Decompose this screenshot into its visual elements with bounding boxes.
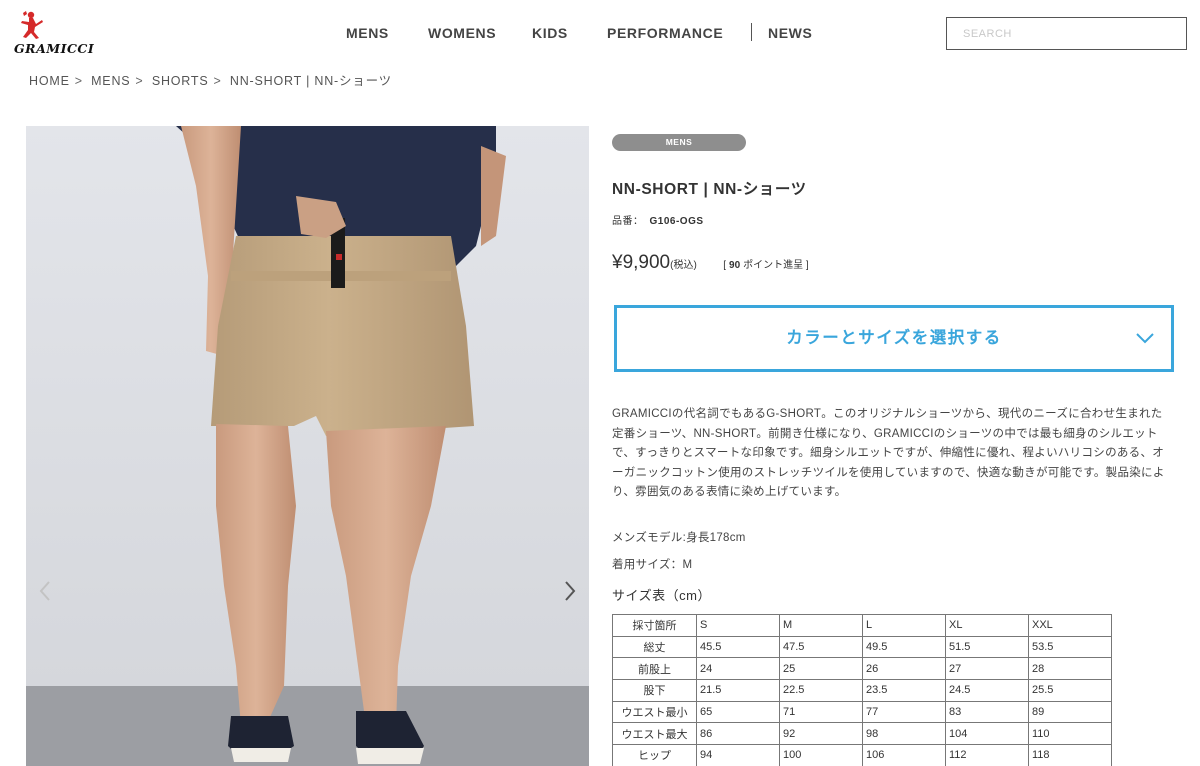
product-description: GRAMICCIの代名詞でもあるG-SHORT。このオリジナルショーツから、現代…: [612, 408, 1165, 498]
breadcrumb-current: NN-SHORT | NN-ショーツ: [229, 74, 392, 88]
category-badge: MENS: [612, 134, 746, 151]
size-table-cell: 92: [779, 722, 863, 746]
size-table-cell: 86: [696, 722, 780, 746]
breadcrumb-mens[interactable]: MENS: [91, 74, 130, 88]
size-table-cell: 27: [945, 657, 1029, 681]
breadcrumb-home[interactable]: HOME: [29, 74, 70, 88]
breadcrumb-separator: >: [74, 74, 83, 88]
size-table-header-cell: 採寸箇所: [612, 614, 697, 637]
nav-mens[interactable]: MENS: [346, 25, 389, 41]
points-info: [90 ポイント進呈 ]: [723, 260, 808, 271]
chevron-down-icon: [1136, 333, 1154, 344]
nav-womens[interactable]: WOMENS: [428, 25, 496, 41]
price-row: ¥9,900(税込) [90 ポイント進呈 ]: [612, 252, 809, 274]
size-table-row: ウエスト最小 65 71 77 83 89: [612, 700, 1112, 724]
size-table-cell: 25.5: [1028, 679, 1112, 702]
nav-kids[interactable]: KIDS: [532, 25, 568, 41]
tax-label: (税込): [670, 260, 697, 271]
size-table-cell: 21.5: [696, 679, 780, 702]
size-table-cell: 23.5: [862, 679, 946, 702]
model-info: メンズモデル:身長178cm: [612, 532, 746, 544]
select-color-size-button[interactable]: カラーとサイズを選択する: [614, 305, 1174, 372]
breadcrumb: HOME > MENS > SHORTS > NN-SHORT | NN-ショーツ: [29, 70, 396, 89]
size-table-cell: 65: [696, 700, 780, 724]
product-price: ¥9,900: [612, 252, 671, 273]
size-table-cell: 94: [696, 744, 780, 766]
breadcrumb-shorts[interactable]: SHORTS: [152, 74, 209, 88]
size-table-cell: 47.5: [779, 635, 863, 659]
size-table-header-cell: L: [862, 614, 946, 637]
size-table-cell: 45.5: [696, 635, 780, 659]
size-table-cell: 25: [779, 657, 863, 681]
size-table: 採寸箇所 S M L XL XXL 総丈 45.5 47.5 49.5 51.5…: [612, 614, 1112, 766]
carousel-prev-button[interactable]: [35, 576, 55, 606]
size-table-cell: 49.5: [862, 635, 946, 659]
carousel-next-button[interactable]: [560, 576, 580, 606]
product-image-carousel[interactable]: [26, 126, 589, 766]
search-input[interactable]: [946, 17, 1187, 50]
breadcrumb-separator: >: [135, 74, 144, 88]
size-table-row: 総丈 45.5 47.5 49.5 51.5 53.5: [612, 635, 1112, 659]
nav-performance[interactable]: PERFORMANCE: [607, 25, 723, 41]
size-table-cell: ウエスト最小: [612, 700, 697, 724]
breadcrumb-separator: >: [213, 74, 222, 88]
chevron-right-icon: [565, 581, 576, 601]
size-table-cell: ヒップ: [612, 744, 697, 766]
size-table-cell: 28: [1028, 657, 1112, 681]
size-table-cell: 22.5: [779, 679, 863, 702]
chevron-left-icon: [39, 581, 50, 601]
points-value: 90: [729, 260, 741, 271]
size-table-cell: 104: [945, 722, 1029, 746]
product-title: NN-SHORT | NN-ショーツ: [612, 181, 807, 198]
size-table-cell: 118: [1028, 744, 1112, 766]
size-table-cell: ウエスト最大: [612, 722, 697, 746]
size-table-cell: 106: [862, 744, 946, 766]
size-table-title: サイズ表（cm）: [612, 588, 711, 603]
size-table-cell: 112: [945, 744, 1029, 766]
size-table-cell: 24.5: [945, 679, 1029, 702]
points-prefix: [: [723, 260, 727, 271]
size-table-cell: 総丈: [612, 635, 697, 659]
size-table-cell: 51.5: [945, 635, 1029, 659]
size-table-row: 前股上 24 25 26 27 28: [612, 657, 1112, 681]
nav-news[interactable]: NEWS: [768, 25, 812, 41]
select-color-size-label: カラーとサイズを選択する: [786, 329, 1002, 347]
size-table-cell: 77: [862, 700, 946, 724]
size-table-cell: 98: [862, 722, 946, 746]
size-table-row: ヒップ 94 100 106 112 118: [612, 744, 1112, 766]
size-table-header: 採寸箇所 S M L XL XXL: [612, 614, 1112, 637]
product-photo: [26, 126, 589, 766]
size-table-cell: 110: [1028, 722, 1112, 746]
size-table-cell: 前股上: [612, 657, 697, 681]
size-table-header-cell: M: [779, 614, 863, 637]
size-table-header-cell: XXL: [1028, 614, 1112, 637]
size-table-header-cell: S: [696, 614, 780, 637]
points-suffix: ポイント進呈 ]: [743, 260, 809, 271]
size-table-cell: 股下: [612, 679, 697, 702]
size-table-row: ウエスト最大 86 92 98 104 110: [612, 722, 1112, 746]
sku-label: 品番：: [612, 216, 644, 227]
nav-divider: [751, 23, 752, 41]
size-table-cell: 24: [696, 657, 780, 681]
size-table-cell: 89: [1028, 700, 1112, 724]
size-table-header-cell: XL: [945, 614, 1029, 637]
size-table-cell: 71: [779, 700, 863, 724]
size-table-cell: 26: [862, 657, 946, 681]
size-table-cell: 53.5: [1028, 635, 1112, 659]
worn-size: 着用サイズ：M: [612, 559, 693, 571]
sku-value: G106-OGS: [649, 216, 704, 227]
size-table-row: 股下 21.5 22.5 23.5 24.5 25.5: [612, 679, 1112, 702]
product-sku: 品番： G106-OGS: [612, 212, 704, 227]
size-table-cell: 83: [945, 700, 1029, 724]
size-table-cell: 100: [779, 744, 863, 766]
